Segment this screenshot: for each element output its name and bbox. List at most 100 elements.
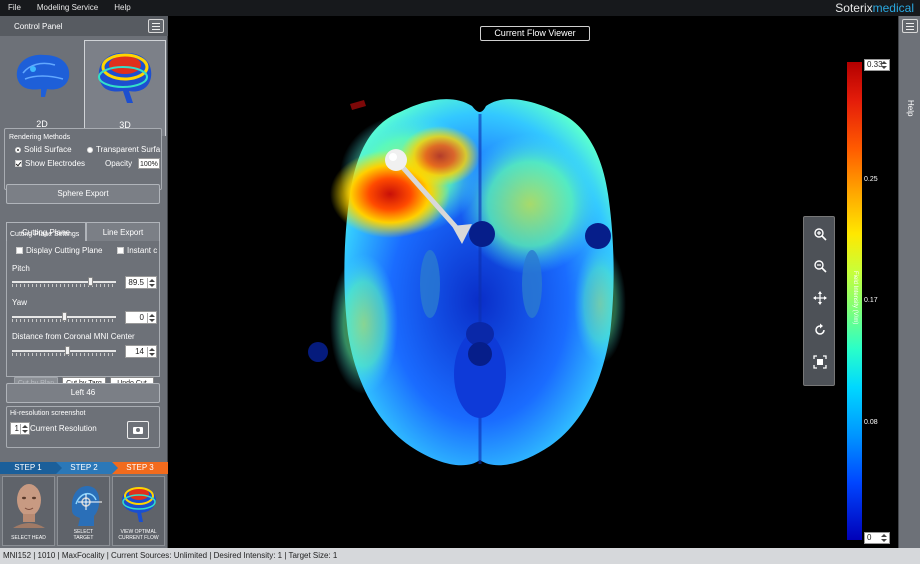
brand-part-2: medical [872,1,914,15]
tab-2d[interactable]: 2D [2,40,82,136]
fit-screen-icon[interactable] [810,355,830,375]
radio-icon [15,146,21,153]
pitch-input[interactable]: 89.5 [125,276,157,289]
help-label[interactable]: Help [906,100,915,116]
control-panel-header: Control Panel [0,16,168,36]
instant-cut-label: Instant c [127,246,158,255]
fit-frame-icon [813,355,827,369]
view-current-flow-label: VIEW OPTIMAL CURRENT FLOW [113,529,164,541]
step-2[interactable]: STEP 2 [56,462,118,474]
screenshot-title: Hi-resolution screenshot [10,410,86,417]
tab-3d[interactable]: 3D [84,40,166,136]
distance-label: Distance from Coronal MNI Center [12,332,135,341]
steps-bar: STEP 1 STEP 2 STEP 3 [0,462,168,474]
radio-icon [87,146,93,153]
brand-logo: Soterixmedical [835,0,914,16]
menu-file[interactable]: File [0,0,29,16]
slider-track [12,350,116,352]
slider-thumb[interactable] [65,346,70,355]
colorbar-tick: 0.25 [864,176,878,183]
slider-thumb[interactable] [88,277,93,286]
brain-2d-icon [16,54,70,97]
move-arrows-icon [813,291,827,305]
spinner-icon[interactable] [20,424,28,434]
spinner-icon[interactable] [881,534,888,542]
colorbar-tick: 0.17 [864,297,878,304]
spinner-icon[interactable] [147,347,155,357]
resolution-multiplier-value: 1 [14,424,19,433]
help-sidebar[interactable]: Help [898,16,920,548]
resolution-multiplier-input[interactable]: 1 [10,422,30,435]
zoom-out-icon[interactable] [810,259,830,279]
magnifier-plus-icon [814,228,827,241]
colorbar-tick: 0.08 [864,419,878,426]
spinner-icon[interactable] [147,313,155,323]
select-target-card[interactable]: SELECT TARGET [57,476,110,546]
current-flow-brain-icon [122,487,156,522]
control-panel-menu-icon[interactable] [148,19,164,33]
distance-value: 14 [135,347,144,356]
show-electrodes-checkbox[interactable]: Show Electrodes [15,159,85,168]
colorbar-max-input[interactable]: 0.33 [864,59,890,71]
current-flow-viewer[interactable]: Current Flow Viewer 0.33 0.25 0.17 0.08 … [170,16,898,548]
select-head-label: SELECT HEAD [11,535,46,541]
brain-field-render[interactable] [280,84,680,494]
distance-slider[interactable] [12,346,116,356]
viewer-title: Current Flow Viewer [480,26,590,41]
head-model-icon [13,484,45,528]
yaw-slider[interactable] [12,312,116,322]
spinner-icon[interactable] [881,61,888,69]
brain-3d-icon [98,52,152,103]
select-head-card[interactable]: SELECT HEAD [2,476,55,546]
pitch-label: Pitch [12,264,30,273]
rotate-arrow-icon [815,323,825,335]
sphere-export-button[interactable]: Sphere Export [6,184,160,204]
slider-ticks [12,284,116,287]
menu-help[interactable]: Help [106,0,138,16]
move-icon[interactable] [810,291,830,311]
show-electrodes-label: Show Electrodes [25,159,86,168]
tab-line-export[interactable]: Line Export [86,222,160,242]
view-current-flow-card[interactable]: VIEW OPTIMAL CURRENT FLOW [112,476,165,546]
distance-input[interactable]: 14 [125,345,157,358]
step-1[interactable]: STEP 1 [0,462,62,474]
target-head-icon [71,486,102,526]
help-menu-icon[interactable] [902,19,918,33]
step-3[interactable]: STEP 3 [112,462,168,474]
opacity-label: Opacity [105,159,133,168]
checkbox-icon [117,247,124,254]
transparent-surface-radio[interactable]: Transparent Surfa [87,145,160,154]
left-hemisphere-button[interactable]: Left 46 [6,383,160,403]
solid-surface-label: Solid Surface [24,145,72,154]
magnifier-minus-icon [814,260,827,273]
rotate-icon[interactable] [810,323,830,343]
colorbar-axis-label: Field Intensity (V/m) [852,271,858,325]
display-cutting-plane-label: Display Cutting Plane [26,246,103,255]
control-panel-title: Control Panel [14,21,63,31]
select-target-line-2: TARGET [73,535,94,541]
slider-ticks [12,353,116,356]
menu-bar: File Modeling Service Help Soterixmedica… [0,0,920,16]
transparent-surface-label: Transparent Surfa [96,145,161,154]
yaw-input[interactable]: 0 [125,311,157,324]
slider-thumb[interactable] [62,312,67,321]
brand-part-1: Soterix [835,1,873,15]
viewer-toolbar [803,216,835,386]
camera-icon[interactable] [127,421,149,439]
instant-cut-checkbox[interactable]: Instant c [117,246,157,255]
colorbar-min-input[interactable]: 0 [864,532,890,544]
app-window: File Modeling Service Help Soterixmedica… [0,0,920,564]
solid-surface-radio[interactable]: Solid Surface [15,145,72,154]
pitch-slider[interactable] [12,277,116,287]
zoom-in-icon[interactable] [810,227,830,247]
checkbox-checked-icon [15,160,22,167]
spinner-icon[interactable] [147,278,155,288]
select-target-label: SELECT TARGET [58,529,109,541]
current-resolution-label: Current Resolution [30,424,97,433]
cutting-plane-settings-title: Cutting Plane Settings [10,231,80,238]
opacity-input[interactable]: 100% [138,158,160,169]
display-cutting-plane-checkbox[interactable]: Display Cutting Plane [16,246,102,255]
rendering-methods-box: Rendering Methods Solid Surface Transpar… [4,128,162,190]
view-flow-line-2: CURRENT FLOW [118,535,159,541]
menu-modeling-service[interactable]: Modeling Service [29,0,106,16]
